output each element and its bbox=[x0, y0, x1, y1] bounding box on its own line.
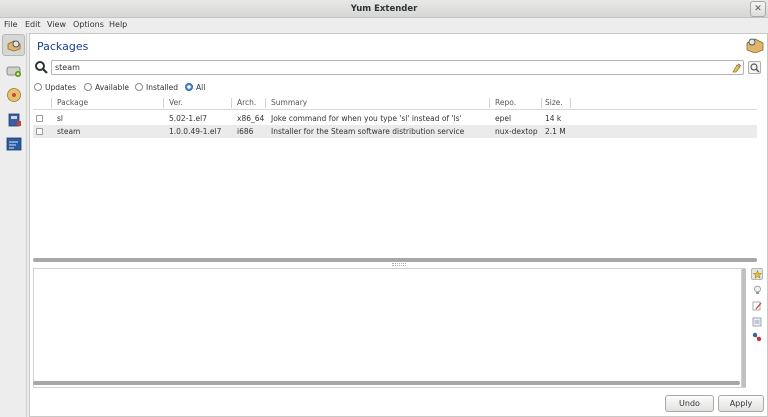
cell-repo: nux-dextop bbox=[495, 127, 538, 136]
filter-installed-label: Installed bbox=[146, 82, 178, 92]
apply-button[interactable]: Apply bbox=[718, 395, 764, 412]
cell-arch: x86_64 bbox=[237, 114, 265, 123]
cell-arch: i686 bbox=[237, 127, 254, 136]
search-options-icon bbox=[750, 63, 760, 73]
clear-search-icon[interactable] bbox=[731, 62, 742, 75]
packages-header-icon bbox=[746, 37, 764, 55]
menu-file[interactable]: File bbox=[4, 20, 17, 29]
radio-all[interactable] bbox=[185, 83, 193, 91]
row-checkbox[interactable] bbox=[36, 115, 43, 122]
groups-disc-icon bbox=[6, 88, 21, 102]
search-icon bbox=[34, 60, 48, 75]
menu-edit[interactable]: Edit bbox=[25, 20, 41, 29]
edit-note-icon bbox=[752, 301, 762, 311]
radio-updates[interactable] bbox=[34, 83, 42, 91]
cell-package: sl bbox=[57, 114, 63, 123]
cell-summary: Installer for the Steam software distrib… bbox=[271, 127, 465, 136]
radio-available[interactable] bbox=[84, 83, 92, 91]
sidebar-groups-button[interactable] bbox=[2, 84, 25, 106]
undo-button[interactable]: Undo bbox=[665, 395, 714, 412]
col-repo[interactable]: Repo. bbox=[495, 98, 516, 107]
window-title: Yum Extender bbox=[350, 4, 418, 14]
col-size[interactable]: Size. bbox=[545, 98, 563, 107]
col-package[interactable]: Package bbox=[57, 98, 88, 107]
filter-updates-label: Updates bbox=[45, 82, 77, 92]
terminal-output-icon bbox=[6, 137, 21, 151]
search-input[interactable]: steam bbox=[51, 60, 744, 75]
cell-repo: epel bbox=[495, 114, 512, 123]
close-icon: ✕ bbox=[754, 4, 762, 14]
col-summary[interactable]: Summary bbox=[271, 98, 307, 107]
radio-installed[interactable] bbox=[135, 83, 143, 91]
package-table-header: Package Ver. Arch. Summary Repo. Size. bbox=[33, 96, 757, 110]
cell-size: 2.1 M bbox=[545, 127, 566, 136]
filter-available-label: Available bbox=[95, 82, 129, 92]
sidebar-packages-button[interactable] bbox=[2, 34, 25, 56]
menu-help[interactable]: Help bbox=[109, 20, 127, 29]
cell-summary: Joke command for when you type 'sl' inst… bbox=[271, 114, 462, 123]
lightbulb-icon bbox=[753, 285, 761, 294]
table-row[interactable]: steam 1.0.0.49-1.el7 i686 Installer for … bbox=[33, 125, 757, 138]
info-changelog-button[interactable] bbox=[751, 300, 763, 312]
filter-all[interactable]: All bbox=[185, 82, 205, 92]
search-options-button[interactable] bbox=[748, 61, 761, 74]
info-pane-vertical-scrollbar[interactable] bbox=[742, 268, 746, 388]
menu-options[interactable]: Options bbox=[73, 20, 104, 29]
sidebar-output-button[interactable] bbox=[2, 133, 25, 155]
info-updates-button[interactable] bbox=[751, 284, 763, 296]
file-list-icon bbox=[752, 317, 762, 327]
filter-updates[interactable]: Updates bbox=[34, 82, 76, 92]
disk-add-icon bbox=[6, 66, 21, 77]
cell-version: 1.0.0.49-1.el7 bbox=[169, 127, 222, 136]
package-list-scrollbar[interactable] bbox=[33, 258, 757, 262]
star-icon bbox=[752, 269, 762, 279]
col-version[interactable]: Ver. bbox=[169, 98, 183, 107]
filter-available[interactable]: Available bbox=[84, 82, 129, 92]
history-book-icon bbox=[8, 113, 21, 127]
dependencies-icon bbox=[752, 332, 762, 342]
package-search-icon bbox=[7, 40, 20, 52]
info-description-button[interactable] bbox=[751, 268, 763, 280]
sidebar-history-button[interactable] bbox=[2, 109, 25, 131]
sidebar bbox=[0, 33, 27, 417]
info-deps-button[interactable] bbox=[751, 331, 763, 343]
info-files-button[interactable] bbox=[751, 316, 763, 328]
info-pane-horizontal-scrollbar[interactable] bbox=[33, 381, 740, 385]
page-title: Packages bbox=[37, 40, 89, 53]
cell-size: 14 k bbox=[545, 114, 562, 123]
package-info-pane bbox=[33, 268, 742, 388]
menu-view[interactable]: View bbox=[47, 20, 66, 29]
col-arch[interactable]: Arch. bbox=[237, 98, 256, 107]
window-close-button[interactable]: ✕ bbox=[750, 1, 766, 17]
table-row[interactable]: sl 5.02-1.el7 x86_64 Joke command for wh… bbox=[33, 112, 757, 125]
menubar: File Edit View Options Help bbox=[0, 18, 768, 33]
sidebar-add-repo-button[interactable] bbox=[2, 60, 25, 82]
filter-all-label: All bbox=[196, 82, 206, 92]
filter-installed[interactable]: Installed bbox=[135, 82, 178, 92]
window-titlebar: Yum Extender bbox=[0, 0, 768, 18]
row-checkbox[interactable] bbox=[36, 128, 43, 135]
cell-package: steam bbox=[57, 127, 81, 136]
cell-version: 5.02-1.el7 bbox=[169, 114, 208, 123]
pane-splitter-handle[interactable] bbox=[392, 263, 406, 266]
